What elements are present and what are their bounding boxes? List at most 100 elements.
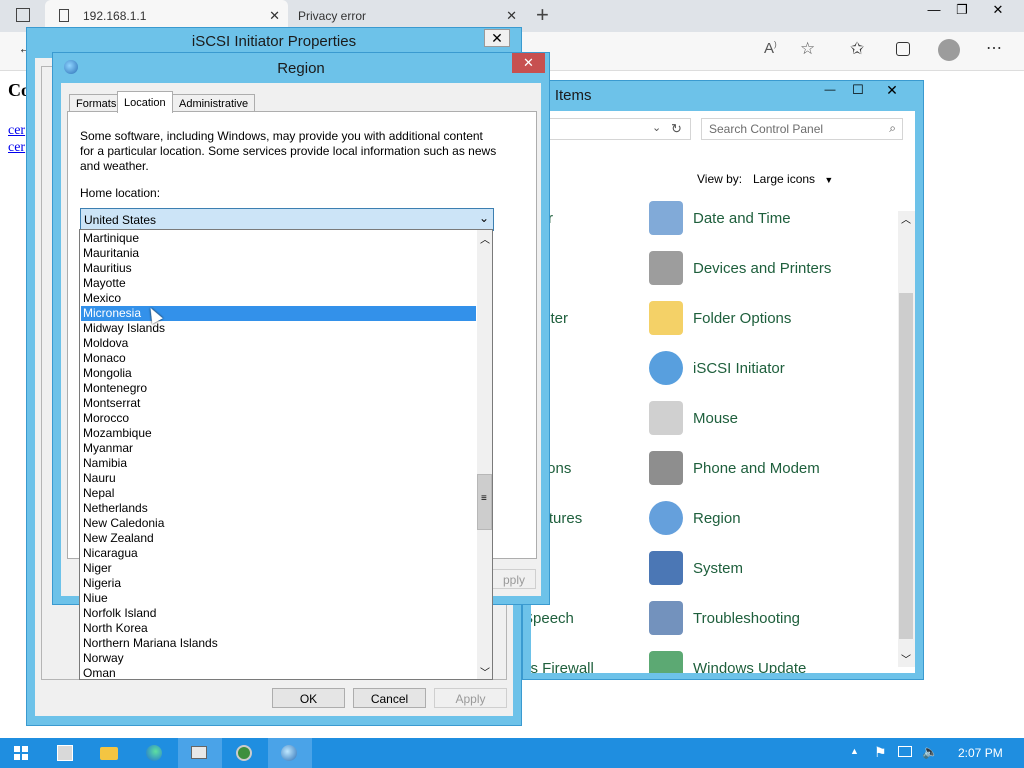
network-icon[interactable] xyxy=(223,738,267,768)
list-item[interactable]: Moldova xyxy=(81,336,476,351)
list-item[interactable]: Niger xyxy=(81,561,476,576)
tab-formats[interactable]: Formats xyxy=(69,94,124,112)
clock[interactable]: 2:07 PM xyxy=(958,746,1003,760)
list-scrollbar[interactable]: ︿ ≡ ﹀ xyxy=(477,230,492,679)
maximize-button[interactable]: ☐ xyxy=(845,82,871,98)
control-panel-icon[interactable] xyxy=(178,738,222,768)
control-panel-item[interactable]: Mouse xyxy=(649,401,738,435)
ok-button[interactable]: OK xyxy=(272,688,345,708)
control-panel-item[interactable]: iSCSI Initiator xyxy=(649,351,785,385)
page-link[interactable]: cer xyxy=(8,123,25,139)
scroll-up-icon[interactable]: ︿ xyxy=(480,231,490,246)
chevron-down-icon[interactable]: ⌄ xyxy=(652,121,661,134)
scroll-down-icon[interactable]: ﹀ xyxy=(901,651,911,666)
list-item[interactable]: Nigeria xyxy=(81,576,476,591)
scroll-thumb[interactable]: ≡ xyxy=(477,474,492,530)
control-panel-item[interactable]: Folder Options xyxy=(649,301,791,335)
favorites-icon[interactable]: ✩ xyxy=(850,39,864,59)
control-panel-item-label: Phone and Modem xyxy=(693,459,820,477)
close-button[interactable]: ✕ xyxy=(512,53,545,73)
iscsi-taskbar-icon[interactable] xyxy=(268,738,312,768)
list-item[interactable]: Martinique xyxy=(81,231,476,246)
list-item[interactable]: North Korea xyxy=(81,621,476,636)
network-status-icon[interactable] xyxy=(898,746,912,757)
control-panel-item[interactable]: System xyxy=(649,551,743,585)
grip-icon: ≡ xyxy=(481,493,487,504)
control-panel-item-label-left[interactable]: vs Firewall xyxy=(531,651,594,674)
file-explorer-icon[interactable] xyxy=(88,738,132,768)
list-item[interactable]: New Zealand xyxy=(81,531,476,546)
list-item[interactable]: Montenegro xyxy=(81,381,476,396)
more-menu-icon[interactable]: ⋯ xyxy=(986,38,1002,58)
list-item[interactable]: Mauritania xyxy=(81,246,476,261)
control-panel-item[interactable]: Troubleshooting xyxy=(649,601,800,635)
browser-restore-button[interactable]: ❐ xyxy=(944,0,980,20)
list-item[interactable]: Northern Mariana Islands xyxy=(81,636,476,651)
list-item[interactable]: New Caledonia xyxy=(81,516,476,531)
view-by-dropdown[interactable]: Large icons ▼ xyxy=(753,172,833,186)
list-item[interactable]: Midway Islands xyxy=(81,321,476,336)
scroll-thumb[interactable] xyxy=(899,293,913,639)
list-item-selected[interactable]: Micronesia xyxy=(81,306,476,321)
refresh-icon[interactable]: ↻ xyxy=(671,121,682,137)
scrollbar[interactable]: ︿ ﹀ xyxy=(898,211,915,667)
list-item[interactable]: Mexico xyxy=(81,291,476,306)
tab-location[interactable]: Location xyxy=(117,91,173,113)
list-item[interactable]: Mauritius xyxy=(81,261,476,276)
control-panel-item[interactable]: Devices and Printers xyxy=(649,251,831,285)
server-manager-icon[interactable] xyxy=(44,738,88,768)
edge-icon[interactable] xyxy=(133,738,177,768)
read-aloud-icon[interactable]: A) xyxy=(764,40,777,57)
add-favorite-icon[interactable]: ☆ xyxy=(800,39,815,59)
scroll-up-icon[interactable]: ︿ xyxy=(901,211,911,226)
list-item[interactable]: Nicaragua xyxy=(81,546,476,561)
list-item[interactable]: Oman xyxy=(81,666,476,679)
tab-close-icon[interactable]: ✕ xyxy=(269,8,280,24)
list-item[interactable]: Norway xyxy=(81,651,476,666)
search-icon[interactable]: ⌕ xyxy=(889,121,896,136)
apply-button[interactable]: Apply xyxy=(434,688,507,708)
close-button[interactable]: ✕ xyxy=(879,82,905,99)
list-item[interactable]: Netherlands xyxy=(81,501,476,516)
browser-close-button[interactable]: ✕ xyxy=(980,0,1016,20)
list-item[interactable]: Monaco xyxy=(81,351,476,366)
list-item[interactable]: Morocco xyxy=(81,411,476,426)
list-item[interactable]: Myanmar xyxy=(81,441,476,456)
region-globe-icon xyxy=(649,501,683,535)
control-panel-item[interactable]: Date and Time xyxy=(649,201,791,235)
control-panel-item-label: Mouse xyxy=(693,409,739,427)
list-item[interactable]: Norfolk Island xyxy=(81,606,476,621)
page-link[interactable]: cer xyxy=(8,140,25,156)
cancel-button[interactable]: Cancel xyxy=(353,688,426,708)
list-item[interactable]: Mozambique xyxy=(81,426,476,441)
control-panel-item[interactable]: Phone and Modem xyxy=(649,451,820,485)
list-item[interactable]: Namibia xyxy=(81,456,476,471)
collections-icon[interactable] xyxy=(896,42,910,56)
control-panel-item[interactable]: Region xyxy=(649,501,741,535)
tab-actions-icon[interactable] xyxy=(16,8,30,22)
close-button[interactable]: ✕ xyxy=(484,29,510,47)
tab-administrative[interactable]: Administrative xyxy=(172,94,256,112)
control-panel-item-label-left[interactable]: Speech xyxy=(531,601,574,635)
tab-close-icon[interactable]: ✕ xyxy=(506,8,517,24)
list-item[interactable]: Nepal xyxy=(81,486,476,501)
new-tab-button[interactable]: + xyxy=(536,2,549,28)
search-input[interactable]: Search Control Panel ⌕ xyxy=(701,118,903,140)
phone-icon xyxy=(649,451,683,485)
profile-avatar[interactable] xyxy=(938,39,960,61)
home-location-select[interactable]: United States ⌄ xyxy=(80,208,494,231)
minimize-button[interactable]: — xyxy=(817,84,843,96)
control-panel-item[interactable]: Windows Update xyxy=(649,651,806,673)
list-item[interactable]: Montserrat xyxy=(81,396,476,411)
start-button[interactable] xyxy=(0,738,44,768)
scroll-down-icon[interactable]: ﹀ xyxy=(480,664,490,679)
list-item[interactable]: Niue xyxy=(81,591,476,606)
volume-muted-icon[interactable]: 🔈 xyxy=(922,744,938,760)
show-hidden-icons-icon[interactable]: ▲ xyxy=(850,746,859,756)
home-location-dropdown-list[interactable]: Martinique Mauritania Mauritius Mayotte Mexi… xyxy=(79,229,493,680)
list-item[interactable]: Nauru xyxy=(81,471,476,486)
list-item[interactable]: Mayotte xyxy=(81,276,476,291)
action-center-flag-icon[interactable]: ⚑ xyxy=(874,744,887,761)
address-bar[interactable]: ⌄ ↻ xyxy=(531,118,691,140)
list-item[interactable]: Mongolia xyxy=(81,366,476,381)
